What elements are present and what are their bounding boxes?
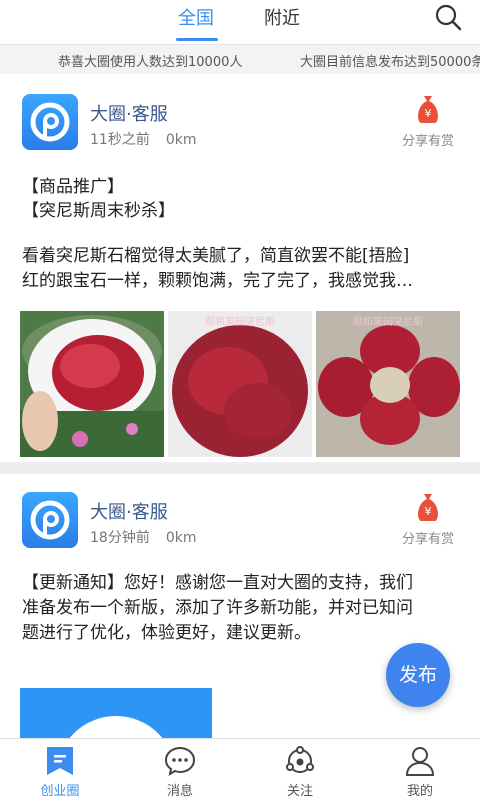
nav-label: 创业圈 (40, 784, 80, 799)
top-bar: 全国 附近 (0, 0, 480, 44)
post-image-preview[interactable] (20, 688, 212, 740)
tab-nearby[interactable]: 附近 (264, 4, 300, 30)
svg-text:¥: ¥ (425, 107, 432, 120)
nav-label: 我的 (406, 784, 433, 799)
post-card[interactable]: 大圈·客服 11秒之前 0km ¥ 分享有赏 【商品推广】 【突尼斯周末秒杀】 看… (0, 76, 480, 462)
bookmark-icon (47, 747, 73, 775)
network-icon (286, 746, 314, 773)
nav-item-mine[interactable]: 我的 (360, 739, 480, 800)
app-logo-icon (30, 102, 70, 142)
publish-button[interactable]: 发布 (386, 643, 450, 707)
money-bag-icon: ¥ (418, 96, 438, 123)
nav-label: 消息 (166, 784, 193, 799)
nav-item-follow[interactable]: 关注 (240, 739, 360, 800)
avatar[interactable] (22, 94, 78, 150)
post-text-line: 【更新通知】您好！感谢您一直对大圈的支持，我们 (22, 573, 413, 593)
tab-national[interactable]: 全国 (178, 4, 214, 30)
post-distance: 0km (165, 530, 197, 546)
photo-thumbnail[interactable]: 颐和果园突尼斯 (168, 311, 312, 457)
tab-active-indicator (176, 38, 218, 41)
ticker-item: 恭喜大圈使用人数达到10000人 (58, 55, 243, 70)
share-reward[interactable]: ¥ 分享有赏 (400, 94, 456, 149)
ticker-item: 大圈目前信息发布达到50000条 (300, 55, 480, 70)
share-reward-label: 分享有赏 (401, 532, 454, 547)
photo-watermark: 颐和果园突尼斯 (353, 317, 423, 328)
money-bag-icon: ¥ (418, 494, 438, 521)
post-tag: 【商品推广】 (22, 177, 124, 197)
photo-grid: 颐和果园突尼斯 颐和果园突尼斯 (20, 311, 460, 457)
post-distance: 0km (165, 132, 197, 148)
post-text-line: 红的跟宝石一样，颗颗饱满，完了完了，我感觉我… (22, 271, 413, 291)
user-icon (405, 747, 435, 776)
card-divider (0, 462, 480, 474)
avatar[interactable] (22, 492, 78, 548)
post-meta: 11秒之前 0km (90, 129, 196, 149)
photo-watermark: 颐和果园突尼斯 (205, 317, 275, 328)
photo-thumbnail[interactable]: 颐和果园突尼斯 (316, 311, 460, 457)
post-text-line: 题进行了优化，体验更好，建议更新。 (22, 623, 311, 643)
share-reward[interactable]: ¥ 分享有赏 (400, 492, 456, 547)
author-name[interactable]: 大圈·客服 (90, 100, 168, 126)
bottom-navigation: 创业圈 消息 关注 我的 (0, 738, 480, 800)
nav-item-messages[interactable]: 消息 (120, 739, 240, 800)
post-text-line: 准备发布一个新版，添加了许多新功能，并对已知问 (22, 598, 413, 618)
chat-bubble-icon (164, 746, 196, 777)
photo-thumbnail[interactable] (20, 311, 164, 457)
share-reward-label: 分享有赏 (401, 134, 454, 149)
post-time: 18分钟前 (90, 530, 150, 546)
post-subtitle: 【突尼斯周末秒杀】 (22, 201, 175, 221)
app-logo-icon (30, 500, 70, 540)
author-name[interactable]: 大圈·客服 (90, 498, 168, 524)
post-text-line: 看着突尼斯石榴觉得太美腻了，简直欲罢不能[捂脸] (22, 246, 410, 266)
post-meta: 18分钟前 0km (90, 527, 196, 547)
search-icon[interactable] (434, 3, 462, 31)
nav-item-startup-circle[interactable]: 创业圈 (0, 739, 120, 800)
svg-text:¥: ¥ (425, 505, 432, 518)
nav-label: 关注 (286, 784, 313, 799)
announcement-ticker: 恭喜大圈使用人数达到10000人 大圈目前信息发布达到50000条 (0, 44, 480, 74)
post-time: 11秒之前 (90, 132, 150, 148)
